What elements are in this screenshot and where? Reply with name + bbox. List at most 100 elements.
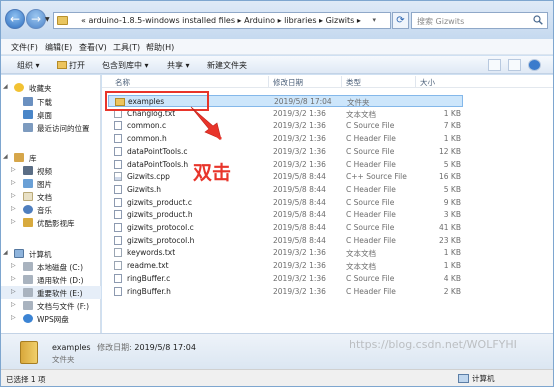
nav-favorites-label: 收藏夹: [29, 84, 52, 93]
selection-count: 已选择 1 项: [6, 375, 46, 384]
menu-edit[interactable]: 编辑(E): [45, 42, 72, 53]
file-name: gizwits_product.c: [127, 197, 192, 207]
nav-downloads[interactable]: 下载: [1, 95, 101, 108]
back-button[interactable]: ←: [5, 9, 25, 29]
open-icon: [57, 61, 67, 69]
file-type: C Header File: [346, 159, 396, 169]
expand-icon[interactable]: ▷: [11, 288, 16, 295]
nav-music[interactable]: ▷ 音乐: [1, 203, 101, 216]
file-row[interactable]: dataPointTools.h 2019/3/2 1:36 C Header Fi…: [108, 159, 463, 171]
nav-drive-e[interactable]: ▷ 重要软件 (E:): [1, 286, 101, 299]
forward-button[interactable]: →: [26, 9, 46, 29]
nav-favorites[interactable]: ◢ 收藏夹: [1, 81, 101, 94]
nav-desktop-label: 桌面: [37, 111, 52, 120]
expand-icon[interactable]: ▷: [11, 205, 16, 212]
double-click-annotation: 双击: [193, 162, 232, 184]
search-input[interactable]: 搜索 Gizwits: [411, 12, 548, 29]
menu-tools[interactable]: 工具(T): [113, 42, 140, 53]
file-name: readme.txt: [127, 261, 169, 271]
file-type: C Header File: [346, 235, 396, 245]
nav-computer-label: 计算机: [29, 250, 52, 259]
file-row[interactable]: ringBuffer.h 2019/3/2 1:36 C Header File 2 …: [108, 286, 463, 298]
column-date[interactable]: 修改日期: [273, 77, 303, 88]
nav-computer[interactable]: ◢ 计算机: [1, 247, 101, 260]
source-file-icon: [114, 223, 122, 232]
details-name: examples 修改日期: 2019/5/8 17:04: [52, 342, 196, 353]
expand-icon[interactable]: ▷: [11, 218, 16, 225]
refresh-button[interactable]: ⟳: [392, 12, 409, 29]
search-placeholder: 搜索 Gizwits: [417, 17, 465, 26]
column-divider[interactable]: [268, 76, 269, 87]
file-row[interactable]: keywords.txt 2019/3/2 1:36 文本文档 1 KB: [108, 247, 463, 259]
file-row[interactable]: gizwits_protocol.c 2019/5/8 8:44 C Source …: [108, 222, 463, 234]
expand-icon[interactable]: ▷: [11, 166, 16, 173]
collapse-icon[interactable]: ◢: [3, 249, 8, 256]
collapse-icon[interactable]: ◢: [3, 83, 8, 90]
nav-recent[interactable]: 最近访问的位置: [1, 121, 101, 134]
menu-file[interactable]: 文件(F): [11, 42, 38, 53]
nav-drive-f-label: 文档与文件 (F:): [37, 302, 89, 311]
source-file-icon: [114, 134, 122, 144]
expand-icon[interactable]: ▷: [11, 275, 16, 282]
recent-pages-dropdown-icon[interactable]: ▼: [45, 16, 50, 23]
file-row[interactable]: gizwits_product.c 2019/5/8 8:44 C Source F…: [108, 197, 463, 209]
file-row[interactable]: common.h 2019/3/2 1:36 C Header File 1 KB: [108, 133, 463, 145]
organize-button[interactable]: 组织 ▾: [17, 60, 40, 71]
nav-youku[interactable]: ▷ 优酷影视库: [1, 216, 101, 229]
breadcrumb[interactable]: « arduino-1.8.5-windows installed files …: [81, 16, 361, 25]
column-name[interactable]: 名称: [115, 77, 130, 88]
file-row[interactable]: gizwits_protocol.h 2019/5/8 8:44 C Header …: [108, 235, 463, 247]
address-bar[interactable]: « arduino-1.8.5-windows installed files …: [53, 12, 391, 29]
nav-desktop[interactable]: 桌面: [1, 108, 101, 121]
file-type: C Header File: [346, 184, 396, 194]
preview-pane-button[interactable]: [508, 59, 521, 71]
file-size: 1 KB: [443, 108, 461, 118]
new-folder-button[interactable]: 新建文件夹: [207, 60, 247, 71]
file-row[interactable]: Gizwits.h 2019/5/8 8:44 C Header File 5 KB: [108, 184, 463, 196]
share-button[interactable]: 共享 ▾: [167, 60, 190, 71]
help-icon[interactable]: [528, 59, 541, 71]
column-size[interactable]: 大小: [420, 77, 435, 88]
file-row[interactable]: Gizwits.cpp 2019/5/8 8:44 C++ Source File 1…: [108, 171, 463, 183]
expand-icon[interactable]: ▷: [11, 192, 16, 199]
include-in-library-button[interactable]: 包含到库中 ▾: [102, 60, 149, 71]
file-size: 1 KB: [443, 134, 461, 144]
file-row[interactable]: gizwits_product.h 2019/5/8 8:44 C Header F…: [108, 209, 463, 221]
collapse-icon[interactable]: ◢: [3, 153, 8, 160]
file-row[interactable]: dataPointTools.c 2019/3/2 1:36 C Source Fi…: [108, 146, 463, 158]
file-type: 文本文档: [346, 109, 376, 119]
address-dropdown-icon[interactable]: ▾: [372, 16, 376, 24]
source-file-icon: [114, 146, 122, 156]
open-button[interactable]: 打开: [57, 60, 85, 71]
nav-drive-d[interactable]: ▷ 通用软件 (D:): [1, 273, 101, 286]
expand-icon[interactable]: ▷: [11, 314, 16, 321]
file-size: 1 KB: [443, 261, 461, 271]
nav-drive-c[interactable]: ▷ 本地磁盘 (C:): [1, 260, 101, 273]
expand-icon[interactable]: ▷: [11, 179, 16, 186]
nav-pictures-label: 图片: [37, 180, 52, 189]
expand-icon[interactable]: ▷: [11, 262, 16, 269]
column-type[interactable]: 类型: [346, 77, 361, 88]
drive-icon: [23, 275, 33, 284]
change-view-button[interactable]: [488, 59, 501, 71]
nav-videos[interactable]: ▷ 视频: [1, 164, 101, 177]
file-type: C Source File: [346, 146, 395, 156]
file-row[interactable]: common.c 2019/3/2 1:36 C Source File 7 KB: [108, 120, 463, 132]
file-name: common.c: [127, 121, 167, 131]
nav-pictures[interactable]: ▷ 图片: [1, 177, 101, 190]
file-row[interactable]: readme.txt 2019/3/2 1:36 文本文档 1 KB: [108, 260, 463, 272]
column-divider[interactable]: [415, 76, 416, 87]
nav-drive-f[interactable]: ▷ 文档与文件 (F:): [1, 299, 101, 312]
expand-icon[interactable]: ▷: [11, 301, 16, 308]
nav-documents[interactable]: ▷ 文档: [1, 190, 101, 203]
computer-icon: [14, 249, 24, 258]
file-row[interactable]: ringBuffer.c 2019/3/2 1:36 C Source File 4 …: [108, 273, 463, 285]
navigation-pane: ◢ 收藏夹 下载 桌面 最近访问的位置 ◢ 库 ▷ 视频 ▷ 图片 ▷ 文档 ▷…: [1, 75, 101, 333]
file-name: common.h: [127, 134, 167, 144]
column-divider[interactable]: [341, 76, 342, 87]
menu-view[interactable]: 查看(V): [79, 42, 107, 53]
menu-help[interactable]: 帮助(H): [146, 42, 174, 53]
nav-wps[interactable]: ▷ WPS网盘: [1, 312, 101, 325]
nav-libraries[interactable]: ◢ 库: [1, 151, 101, 164]
nav-wps-label: WPS网盘: [37, 315, 69, 324]
